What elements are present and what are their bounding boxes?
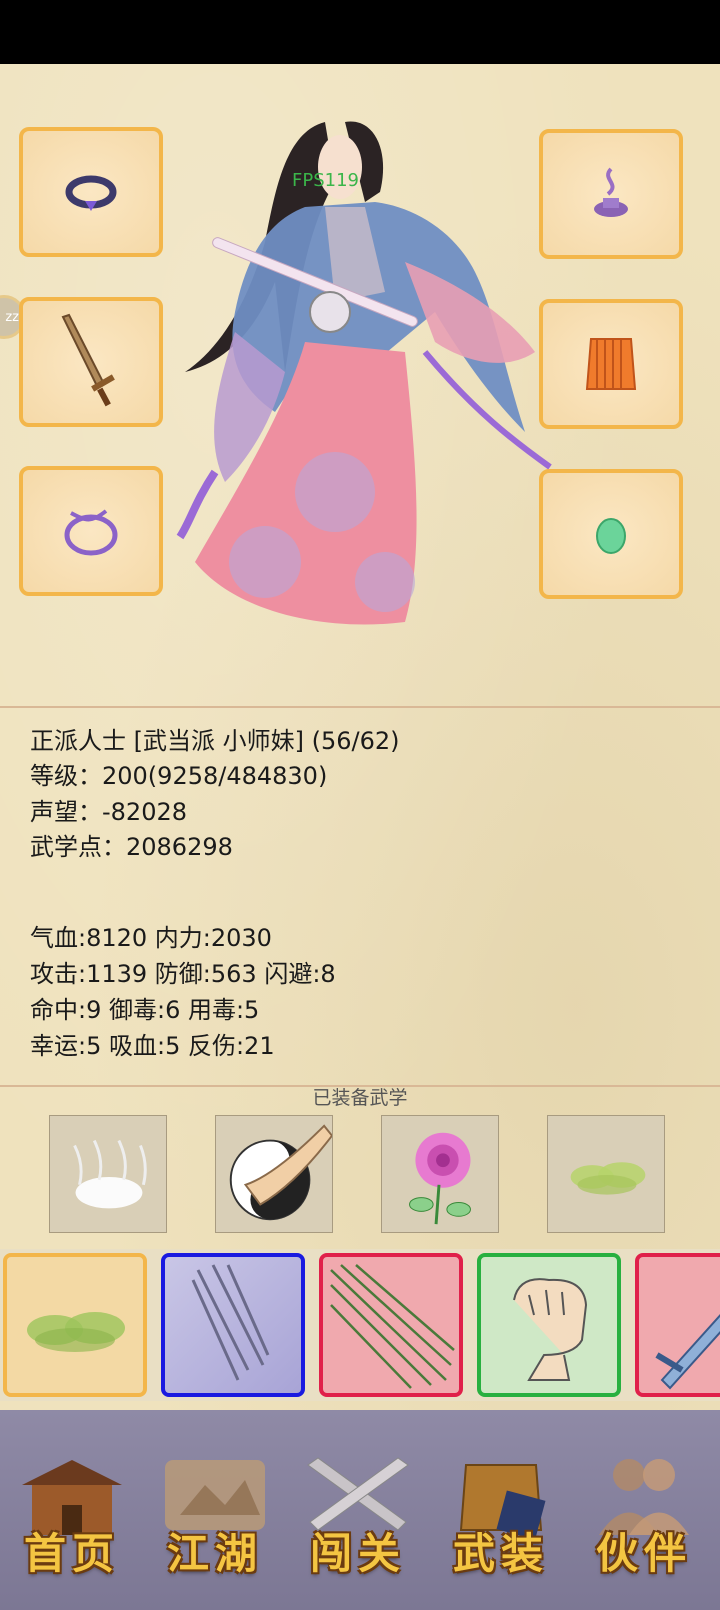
character-title: 正派人士 [武当派 小师妹] (56/62): [30, 727, 400, 755]
needles-icon: [330, 1264, 455, 1389]
equip-slot-incense[interactable]: [539, 129, 683, 259]
equip-slot-armor[interactable]: [539, 299, 683, 429]
fist-icon: [513, 1278, 588, 1381]
armor-icon: [585, 338, 637, 390]
equip-slot-jade[interactable]: [539, 469, 683, 599]
nav-home-label: 首页: [23, 1529, 120, 1578]
bottom-nav: 首页 江湖 闯关 武装 伙伴: [0, 1410, 720, 1610]
sword-icon: [61, 313, 115, 407]
sword-icon: [655, 1314, 720, 1390]
skill-slot-4[interactable]: [547, 1115, 665, 1233]
mist-icon: [73, 1139, 147, 1209]
fps-counter: FPS119: [292, 170, 359, 191]
nav-partner-label: 伙伴: [595, 1529, 692, 1578]
stats-line-4: 幸运:5 吸血:5 反伤:21: [30, 1032, 275, 1060]
poison-cloud-icon: [570, 1162, 646, 1195]
status-bar: [0, 0, 720, 64]
nav-jianghu[interactable]: 江湖: [155, 1450, 275, 1580]
skill-slot-1[interactable]: [49, 1115, 167, 1233]
nav-equip-label: 武装: [452, 1529, 549, 1578]
martial-points-text: 武学点：2086298: [30, 833, 233, 861]
skill-slot-3[interactable]: [381, 1115, 499, 1233]
equip-slot-bracelet[interactable]: [19, 466, 163, 596]
skill-card-1[interactable]: [3, 1253, 147, 1397]
taiji-palm-icon: [229, 1124, 332, 1221]
stats-line-2: 攻击:1139 防御:563 闪避:8: [30, 960, 336, 988]
nav-challenge-label: 闯关: [309, 1529, 406, 1578]
level-text: 等级：200(9258/484830): [30, 762, 328, 790]
skill-card-2[interactable]: [161, 1253, 305, 1397]
nav-jianghu-label: 江湖: [166, 1529, 263, 1578]
poison-cloud-icon: [27, 1312, 125, 1352]
equip-slot-weapon[interactable]: [19, 297, 163, 427]
nav-home[interactable]: 首页: [12, 1450, 132, 1580]
nav-challenge[interactable]: 闯关: [298, 1450, 418, 1580]
equip-slot-ring[interactable]: [19, 127, 163, 257]
jade-icon: [596, 518, 626, 554]
stats-line-3: 命中:9 御毒:6 用毒:5: [30, 996, 260, 1024]
stats-line-1: 气血:8120 内力:2030: [30, 924, 272, 952]
rose-icon: [409, 1132, 471, 1225]
skill-slot-2[interactable]: [215, 1115, 333, 1233]
skill-card-5[interactable]: [635, 1253, 720, 1397]
section-divider: [0, 706, 720, 708]
blade-slash-icon: [191, 1264, 270, 1381]
skill-card-4[interactable]: [477, 1253, 621, 1397]
equipped-skills-title: 已装备武学: [312, 1087, 408, 1109]
ring-icon: [65, 175, 117, 211]
bracelet-icon: [64, 509, 118, 556]
skill-card-bar: [0, 1249, 720, 1401]
nav-equip[interactable]: 武装: [441, 1450, 561, 1580]
character-portrait: [176, 121, 552, 625]
fame-text: 声望：-82028: [30, 798, 188, 826]
nav-partner[interactable]: 伙伴: [584, 1450, 704, 1580]
skill-card-3[interactable]: [319, 1253, 463, 1397]
incense-icon: [594, 167, 628, 217]
